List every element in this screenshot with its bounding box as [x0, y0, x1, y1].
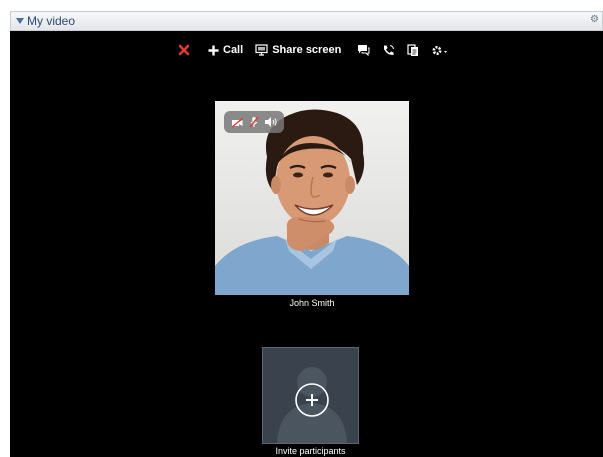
hangup-button[interactable] [178, 44, 190, 56]
settings-button[interactable] [431, 44, 448, 57]
phone-button[interactable] [382, 44, 395, 57]
chat-icon [358, 45, 370, 56]
copy-icon [407, 43, 419, 56]
call-label: Call [223, 44, 244, 56]
plus-icon [208, 45, 219, 55]
settings-gear-icon [432, 45, 448, 55]
collapse-triangle-icon[interactable] [16, 18, 24, 24]
call-button[interactable]: Call [208, 44, 243, 56]
panel-header[interactable]: My video ⚙ [10, 11, 603, 31]
share-screen-button[interactable]: Share screen [255, 44, 341, 56]
phone-icon [384, 44, 395, 55]
call-toolbar: Call Share screen [178, 41, 448, 59]
copy-button[interactable] [407, 43, 419, 57]
close-x-icon [178, 44, 190, 56]
gear-icon[interactable]: ⚙ [590, 14, 599, 25]
participant-video-tile[interactable] [215, 101, 409, 295]
participant-name: John Smith [289, 298, 335, 308]
camera-off-icon[interactable] [231, 116, 244, 128]
invite-participants-tile[interactable] [262, 347, 359, 444]
monitor-icon [255, 44, 268, 56]
person-placeholder-icon [277, 367, 347, 443]
panel-title: My video [27, 14, 76, 28]
mic-off-icon[interactable] [248, 116, 259, 128]
chat-button[interactable] [357, 44, 370, 56]
speaker-icon[interactable] [264, 116, 278, 128]
invite-participants-label: Invite participants [275, 446, 346, 456]
video-stage: Call Share screen John Smith Invite part… [10, 31, 603, 457]
share-screen-label: Share screen [272, 44, 342, 56]
media-controls [224, 111, 284, 133]
